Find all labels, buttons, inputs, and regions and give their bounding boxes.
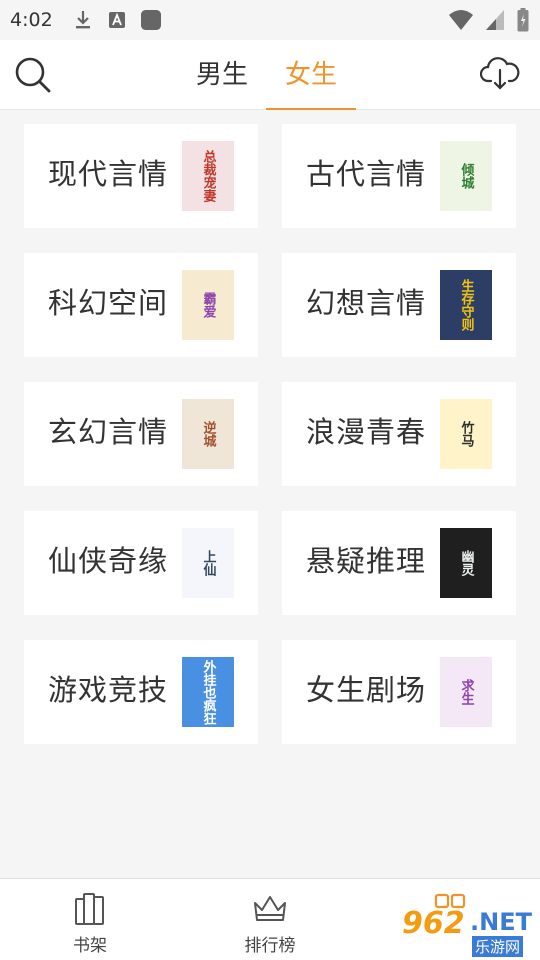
wifi-icon bbox=[448, 6, 474, 34]
cover-title: 逆城 bbox=[200, 421, 216, 447]
cellular-signal-icon bbox=[484, 6, 506, 34]
cover-title: 竹马 bbox=[458, 421, 474, 447]
cover-title: 上仙 bbox=[200, 550, 216, 576]
category-cover: 倾城 bbox=[440, 141, 492, 211]
app-a-icon bbox=[107, 10, 127, 30]
crown-icon bbox=[254, 896, 286, 921]
watermark-number: 962 bbox=[402, 906, 465, 941]
watermark-net: .NET bbox=[470, 908, 532, 936]
category-card[interactable]: 浪漫青春 竹马 bbox=[282, 382, 516, 486]
top-nav: 男生 女生 bbox=[0, 40, 540, 110]
cover-title: 总裁宠妻 bbox=[200, 150, 216, 202]
cover-title: 求生 bbox=[458, 679, 474, 705]
category-cover: 外挂也疯狂 bbox=[182, 657, 234, 727]
category-card[interactable]: 古代言情 倾城 bbox=[282, 124, 516, 228]
category-cover: 竹马 bbox=[440, 399, 492, 469]
category-card[interactable]: 幻想言情 生存守则 bbox=[282, 253, 516, 357]
category-cover: 总裁宠妻 bbox=[182, 141, 234, 211]
category-card[interactable]: 科幻空间 霸爱 bbox=[24, 253, 258, 357]
category-card[interactable]: 女生剧场 求生 bbox=[282, 640, 516, 744]
watermark-logo: 962 .NET 乐游网 bbox=[400, 904, 532, 957]
cloud-download-icon[interactable] bbox=[479, 56, 520, 92]
tab-female[interactable]: 女生 bbox=[266, 54, 356, 110]
battery-icon bbox=[516, 6, 530, 34]
category-label: 古代言情 bbox=[306, 157, 427, 191]
category-label: 游戏竞技 bbox=[48, 673, 169, 707]
category-card[interactable]: 悬疑推理 幽灵 bbox=[282, 511, 516, 615]
category-card[interactable]: 游戏竞技 外挂也疯狂 bbox=[24, 640, 258, 744]
category-label: 仙侠奇缘 bbox=[48, 544, 169, 578]
nav-ranking-label: 排行榜 bbox=[244, 936, 296, 956]
category-card[interactable]: 仙侠奇缘 上仙 bbox=[24, 511, 258, 615]
category-cover: 幽灵 bbox=[440, 528, 492, 598]
category-label: 幻想言情 bbox=[306, 286, 427, 320]
tab-female-label: 女生 bbox=[284, 60, 337, 90]
tab-active-indicator bbox=[266, 108, 356, 110]
category-label: 浪漫青春 bbox=[306, 415, 427, 449]
category-cover: 生存守则 bbox=[440, 270, 492, 340]
category-cover: 霸爱 bbox=[182, 270, 234, 340]
category-card[interactable]: 玄幻言情 逆城 bbox=[24, 382, 258, 486]
status-indicators bbox=[438, 6, 530, 34]
status-bar: 4:02 bbox=[0, 0, 540, 40]
cover-title: 生存守则 bbox=[458, 279, 474, 331]
category-label: 玄幻言情 bbox=[48, 415, 169, 449]
app-square-icon bbox=[140, 10, 161, 30]
category-cover: 上仙 bbox=[182, 528, 234, 598]
download-icon bbox=[73, 10, 93, 30]
category-label: 悬疑推理 bbox=[306, 544, 427, 578]
category-label: 科幻空间 bbox=[48, 286, 169, 320]
cover-title: 外挂也疯狂 bbox=[200, 659, 216, 725]
cover-title: 倾城 bbox=[458, 163, 474, 189]
cover-title: 霸爱 bbox=[200, 292, 216, 318]
category-cover: 逆城 bbox=[182, 399, 234, 469]
watermark-site: 乐游网 bbox=[472, 936, 524, 957]
cover-title: 幽灵 bbox=[458, 550, 474, 576]
category-card[interactable]: 现代言情 总裁宠妻 bbox=[24, 124, 258, 228]
nav-bookshelf[interactable]: 书架 bbox=[0, 879, 180, 960]
nav-bookshelf-label: 书架 bbox=[73, 936, 107, 956]
category-cover: 求生 bbox=[440, 657, 492, 727]
status-time: 4:02 bbox=[10, 9, 53, 31]
tab-male[interactable]: 男生 bbox=[192, 54, 252, 110]
search-icon[interactable] bbox=[14, 56, 52, 94]
nav-ranking[interactable]: 排行榜 bbox=[180, 879, 360, 960]
bookshelf-icon bbox=[75, 893, 104, 925]
tab-male-label: 男生 bbox=[195, 60, 248, 90]
category-label: 现代言情 bbox=[48, 157, 169, 191]
category-label: 女生剧场 bbox=[306, 673, 427, 707]
